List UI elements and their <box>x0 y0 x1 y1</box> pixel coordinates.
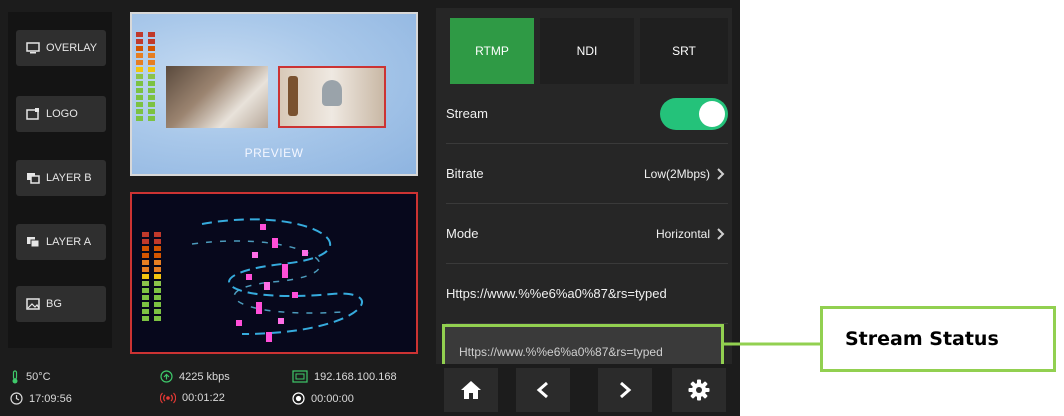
tab-rtmp-label: RTMP <box>475 44 509 58</box>
upload-icon <box>160 370 173 383</box>
preview-window[interactable]: PREVIEW <box>130 12 418 176</box>
bitrate-status: 4225 kbps <box>160 370 230 383</box>
stream-toggle[interactable] <box>660 97 728 130</box>
preview-audio-meter-right <box>148 32 155 123</box>
program-visual <box>191 218 363 342</box>
stream-label: Stream <box>446 106 488 121</box>
ip-value: 192.168.100.168 <box>314 370 397 383</box>
ip-status: 192.168.100.168 <box>292 370 397 383</box>
callout-connector <box>724 342 822 346</box>
thermometer-icon <box>12 370 18 384</box>
toggle-knob <box>699 100 725 127</box>
mode-label: Mode <box>446 226 479 241</box>
stream-row: Stream <box>446 84 728 144</box>
tab-srt[interactable]: SRT <box>640 18 728 84</box>
layers-icon <box>27 173 40 184</box>
record-icon <box>292 392 305 405</box>
tab-ndi[interactable]: NDI <box>540 18 634 84</box>
stream-status-box: Https://www.%%e6%a0%87&rs=typed <box>442 324 724 364</box>
clock-value: 17:09:56 <box>29 392 72 405</box>
sidebar: OVERLAY LOGO LAYER B LAYER A BG <box>8 12 112 348</box>
network-icon <box>292 370 308 383</box>
device-screen: OVERLAY LOGO LAYER B LAYER A BG PREVIEW … <box>0 0 740 416</box>
previous-button[interactable] <box>516 368 570 412</box>
chevron-right-icon <box>717 167 725 180</box>
stream-status-callout: Stream Status <box>820 306 1056 372</box>
bg-label: BG <box>46 298 62 310</box>
record-time-status: 00:00:00 <box>292 392 354 405</box>
layer-thumbnail-laptop <box>166 66 268 128</box>
overlay-label: OVERLAY <box>46 42 98 54</box>
bg-button[interactable]: BG <box>16 286 106 322</box>
gear-icon <box>688 379 710 401</box>
next-button[interactable] <box>598 368 652 412</box>
broadcast-icon <box>160 392 176 404</box>
bitrate-label: Bitrate <box>446 166 484 181</box>
overlay-button[interactable]: OVERLAY <box>16 30 106 66</box>
settings-button[interactable] <box>672 368 726 412</box>
tab-srt-label: SRT <box>672 44 696 58</box>
preview-audio-meter-left <box>136 32 143 123</box>
chevron-right-icon <box>717 227 725 240</box>
stream-status-text: Https://www.%%e6%a0%87&rs=typed <box>459 345 663 359</box>
image-icon <box>26 298 40 310</box>
mode-row[interactable]: Mode Horizontal <box>446 204 728 264</box>
url-row[interactable]: Https://www.%%e6%a0%87&rs=typed <box>446 264 728 324</box>
screen-add-icon <box>26 108 39 120</box>
layer-a-button[interactable]: LAYER A <box>16 224 106 260</box>
mode-setting-value: Horizontal <box>655 226 710 241</box>
home-button[interactable] <box>444 368 498 412</box>
stream-time-status: 00:01:22 <box>160 392 225 404</box>
record-time-value: 00:00:00 <box>311 392 354 405</box>
logo-label: LOGO <box>46 108 78 120</box>
callout-label: Stream Status <box>845 328 999 350</box>
monitor-icon <box>26 42 40 54</box>
layer-a-label: LAYER A <box>46 236 92 248</box>
layer-thumbnail-studio <box>278 66 386 128</box>
chevron-left-icon <box>536 381 548 399</box>
bitrate-row[interactable]: Bitrate Low(2Mbps) <box>446 144 728 204</box>
stream-settings-panel: RTMP NDI SRT Stream Bitrate Low(2Mbps) M… <box>436 8 732 364</box>
layer-b-label: LAYER B <box>46 172 92 184</box>
temperature-status: 50°C <box>10 370 51 384</box>
clock-status: 17:09:56 <box>10 392 72 405</box>
stream-url: Https://www.%%e6%a0%87&rs=typed <box>446 286 667 301</box>
chevron-right-icon <box>620 381 632 399</box>
program-window[interactable] <box>130 192 418 354</box>
tab-ndi-label: NDI <box>576 44 598 58</box>
bitrate-setting-value: Low(2Mbps) <box>643 166 710 181</box>
layers-icon <box>27 237 40 248</box>
temperature-value: 50°C <box>26 371 51 383</box>
preview-label: PREVIEW <box>244 146 304 160</box>
stream-time-value: 00:01:22 <box>182 392 225 404</box>
home-icon <box>461 381 481 399</box>
logo-button[interactable]: LOGO <box>16 96 106 132</box>
tab-rtmp[interactable]: RTMP <box>450 18 534 84</box>
bitrate-value: 4225 kbps <box>179 370 230 383</box>
layer-b-button[interactable]: LAYER B <box>16 160 106 196</box>
clock-icon <box>10 392 23 405</box>
